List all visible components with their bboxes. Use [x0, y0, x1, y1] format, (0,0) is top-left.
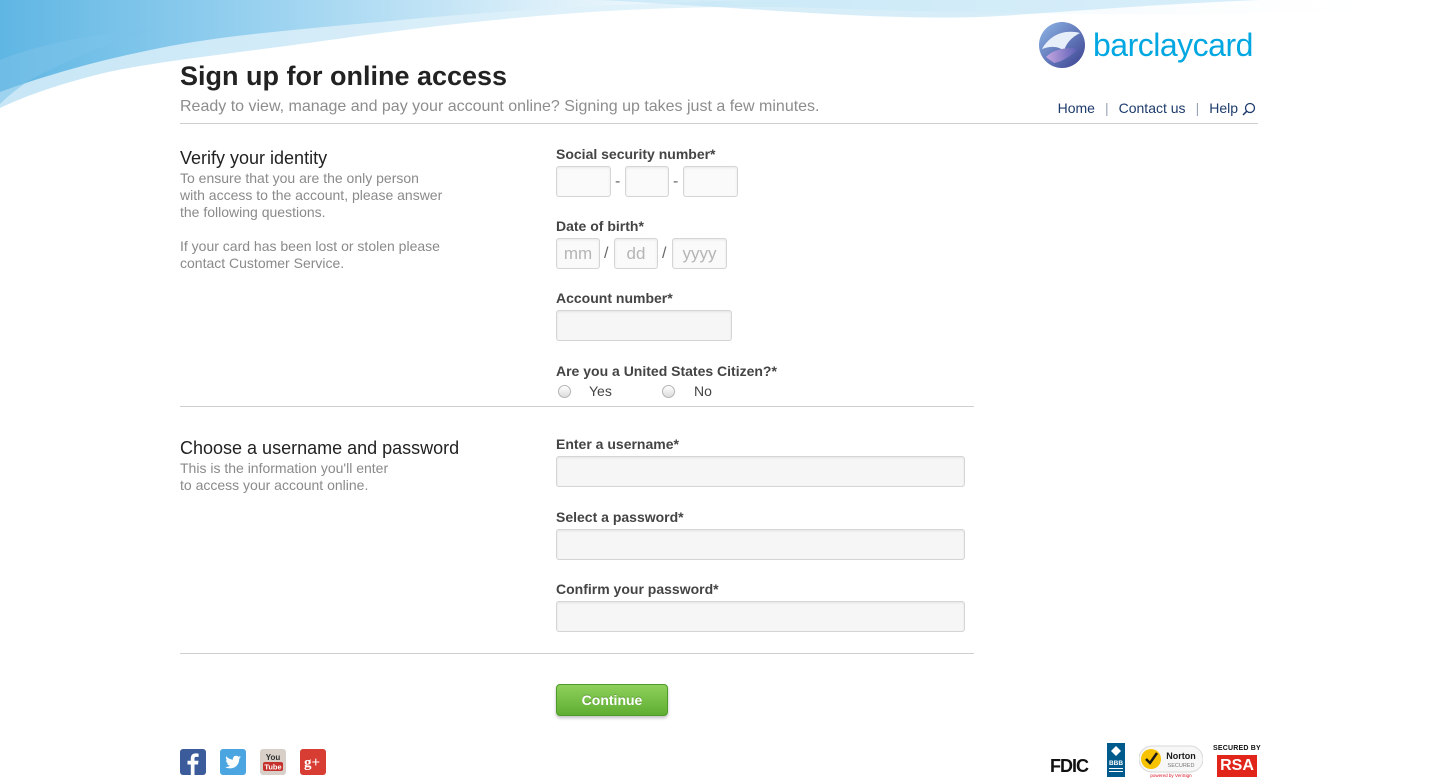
account-number-label: Account number* [556, 290, 673, 306]
norton-sub-text: SECURED [1168, 763, 1195, 769]
dob-day-input[interactable] [614, 238, 658, 269]
google-plus-icon[interactable]: g+ [300, 749, 326, 775]
twitter-icon[interactable] [220, 749, 246, 775]
section-divider [180, 406, 974, 407]
citizen-yes-label[interactable]: Yes [589, 383, 612, 399]
page-title: Sign up for online access [180, 61, 508, 91]
citizen-yes-radio[interactable] [558, 385, 571, 398]
ssn-part2-input[interactable] [625, 166, 669, 197]
ssn-part3-input[interactable] [683, 166, 738, 197]
credentials-section-desc: This is the information you'll enter to … [180, 460, 389, 493]
youtube-icon[interactable]: You Tube [260, 749, 286, 775]
trust-badges: FDIC BBB Norton SECURED powered by VeriS… [1050, 740, 1261, 780]
citizen-no-radio[interactable] [662, 385, 675, 398]
top-nav: Home | Contact us | Help [1058, 99, 1256, 116]
header-divider [180, 123, 1258, 124]
facebook-icon[interactable] [180, 749, 206, 775]
nav-home-link[interactable]: Home [1058, 100, 1095, 116]
social-links: You Tube g+ [180, 749, 326, 775]
password-label: Select a password* [556, 509, 684, 525]
ssn-part1-input[interactable] [556, 166, 611, 197]
bbb-text: BBB [1109, 760, 1123, 767]
confirm-password-input[interactable] [556, 601, 965, 632]
nav-separator: | [1195, 99, 1200, 116]
norton-secured-icon[interactable]: Norton SECURED powered by VeriSign [1139, 742, 1203, 778]
username-label: Enter a username* [556, 436, 679, 452]
youtube-text: Tube [264, 763, 281, 772]
continue-button[interactable]: Continue [556, 684, 668, 716]
dob-slash: / [604, 245, 609, 262]
secured-by-label: SECURED BY [1213, 745, 1261, 752]
section-divider [180, 653, 974, 654]
search-icon[interactable] [1242, 102, 1256, 116]
bbb-accredited-icon[interactable]: BBB [1105, 743, 1127, 777]
gplus-text: g+ [304, 755, 320, 771]
rsa-badge[interactable]: RSA [1217, 755, 1257, 777]
ssn-dash: - [615, 173, 621, 190]
norton-powered-text: powered by VeriSign [1150, 773, 1192, 778]
page-subtitle: Ready to view, manage and pay your accou… [180, 98, 820, 115]
citizen-question-label: Are you a United States Citizen?* [556, 363, 777, 379]
dob-year-input[interactable] [672, 238, 727, 269]
dob-month-input[interactable] [556, 238, 600, 269]
lost-card-notice: If your card has been lost or stolen ple… [180, 238, 440, 271]
identity-section-title: Verify your identity [180, 148, 328, 168]
youtube-text: You [266, 753, 281, 762]
citizen-no-label[interactable]: No [694, 383, 712, 399]
password-input[interactable] [556, 529, 965, 560]
brand-name: barclaycard [1093, 26, 1253, 63]
ssn-label: Social security number* [556, 146, 716, 162]
barclaycard-logo[interactable]: barclaycard [1036, 18, 1261, 72]
confirm-password-label: Confirm your password* [556, 581, 719, 597]
dob-slash: / [662, 245, 667, 262]
nav-help-link[interactable]: Help [1209, 100, 1238, 116]
ssn-dash: - [673, 173, 679, 190]
nav-separator: | [1104, 99, 1109, 116]
eagle-logo-icon [1039, 22, 1085, 68]
nav-contact-link[interactable]: Contact us [1119, 100, 1186, 116]
fdic-badge: FDIC [1050, 756, 1089, 776]
norton-text: Norton [1166, 751, 1196, 761]
username-input[interactable] [556, 456, 965, 487]
credentials-section-title: Choose a username and password [180, 438, 460, 458]
identity-section-desc: To ensure that you are the only person w… [180, 170, 443, 220]
dob-label: Date of birth* [556, 218, 644, 234]
account-number-input[interactable] [556, 310, 732, 341]
